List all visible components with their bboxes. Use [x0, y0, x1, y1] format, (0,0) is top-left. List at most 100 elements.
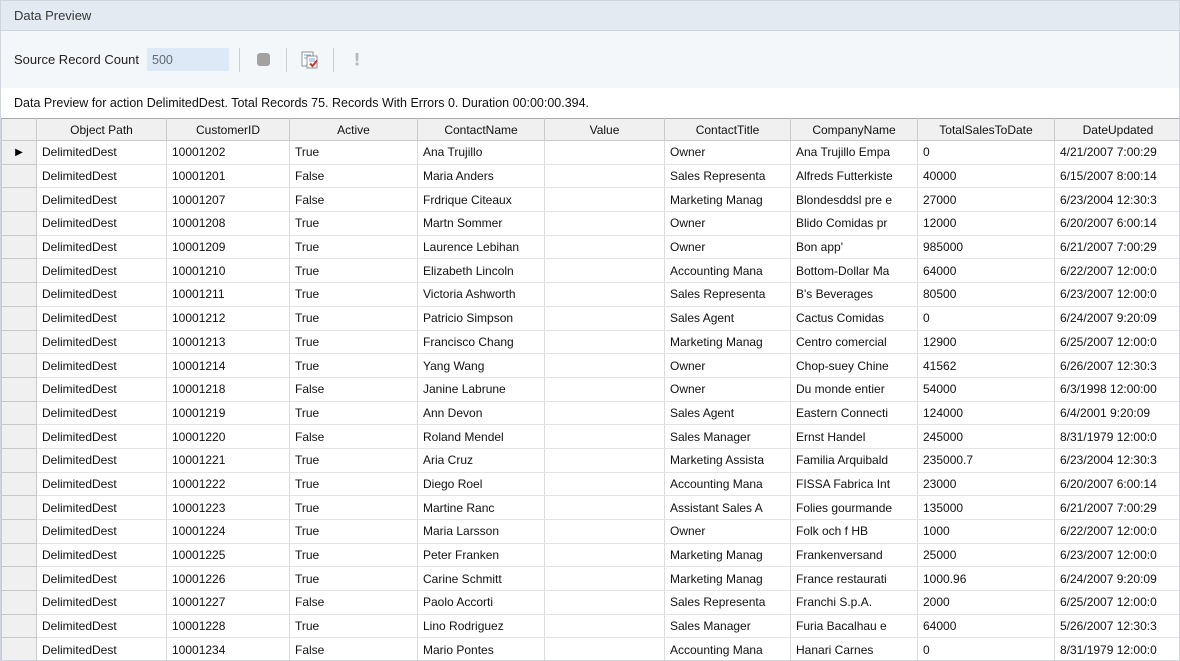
grid-cell[interactable]: Bon app': [791, 235, 918, 259]
grid-cell[interactable]: 6/23/2004 12:30:3: [1055, 448, 1180, 472]
grid-cell[interactable]: [545, 614, 665, 638]
grid-cell[interactable]: Chop-suey Chine: [791, 354, 918, 378]
grid-cell[interactable]: Bottom-Dollar Ma: [791, 259, 918, 283]
row-selector[interactable]: [2, 235, 37, 259]
grid-cell[interactable]: 6/22/2007 12:00:0: [1055, 520, 1180, 544]
grid-cell[interactable]: 0: [918, 306, 1055, 330]
grid-cell[interactable]: Du monde entier: [791, 377, 918, 401]
grid-cell[interactable]: True: [290, 567, 418, 591]
grid-cell[interactable]: True: [290, 354, 418, 378]
grid-cell[interactable]: Yang Wang: [418, 354, 545, 378]
grid-cell[interactable]: 6/24/2007 9:20:09: [1055, 306, 1180, 330]
grid-cell[interactable]: Janine Labrune: [418, 377, 545, 401]
grid-cell[interactable]: Owner: [665, 354, 791, 378]
grid-cell[interactable]: Sales Representa: [665, 164, 791, 188]
grid-cell[interactable]: Ana Trujillo: [418, 141, 545, 165]
row-selector[interactable]: [2, 401, 37, 425]
grid-cell[interactable]: 10001211: [167, 283, 290, 307]
grid-cell[interactable]: 1000.96: [918, 567, 1055, 591]
grid-cell[interactable]: Sales Representa: [665, 591, 791, 615]
grid-cell[interactable]: Sales Agent: [665, 401, 791, 425]
grid-cell[interactable]: True: [290, 330, 418, 354]
grid-cell[interactable]: Patricio Simpson: [418, 306, 545, 330]
grid-cell[interactable]: 25000: [918, 543, 1055, 567]
grid-cell[interactable]: True: [290, 614, 418, 638]
grid-cell[interactable]: Blondesddsl pre e: [791, 188, 918, 212]
grid-cell[interactable]: 6/15/2007 8:00:14: [1055, 164, 1180, 188]
grid-cell[interactable]: 6/25/2007 12:00:0: [1055, 591, 1180, 615]
grid-cell[interactable]: Francisco Chang: [418, 330, 545, 354]
grid-cell[interactable]: True: [290, 141, 418, 165]
grid-cell[interactable]: 27000: [918, 188, 1055, 212]
grid-cell[interactable]: Paolo Accorti: [418, 591, 545, 615]
grid-cell[interactable]: Owner: [665, 212, 791, 236]
grid-cell[interactable]: [545, 235, 665, 259]
grid-cell[interactable]: DelimitedDest: [37, 496, 167, 520]
grid-cell[interactable]: 10001208: [167, 212, 290, 236]
grid-cell[interactable]: DelimitedDest: [37, 448, 167, 472]
grid-cell[interactable]: Ann Devon: [418, 401, 545, 425]
grid-cell[interactable]: Sales Representa: [665, 283, 791, 307]
grid-cell[interactable]: 10001212: [167, 306, 290, 330]
grid-cell[interactable]: Familia Arquibald: [791, 448, 918, 472]
grid-cell[interactable]: True: [290, 448, 418, 472]
grid-cell[interactable]: 10001222: [167, 472, 290, 496]
grid-cell[interactable]: False: [290, 638, 418, 660]
grid-cell[interactable]: 64000: [918, 614, 1055, 638]
grid-cell[interactable]: True: [290, 401, 418, 425]
grid-cell[interactable]: [545, 401, 665, 425]
grid-cell[interactable]: DelimitedDest: [37, 212, 167, 236]
row-selector[interactable]: [2, 496, 37, 520]
column-header-object-path[interactable]: Object Path: [37, 119, 167, 141]
grid-cell[interactable]: 23000: [918, 472, 1055, 496]
grid-cell[interactable]: 10001209: [167, 235, 290, 259]
grid-cell[interactable]: DelimitedDest: [37, 354, 167, 378]
grid-cell[interactable]: 10001207: [167, 188, 290, 212]
grid-cell[interactable]: 6/4/2001 9:20:09: [1055, 401, 1180, 425]
grid-cell[interactable]: 5/26/2007 12:30:3: [1055, 614, 1180, 638]
column-header-totalsalestodate[interactable]: TotalSalesToDate: [918, 119, 1055, 141]
grid-cell[interactable]: [545, 425, 665, 449]
column-header-value[interactable]: Value: [545, 119, 665, 141]
grid-cell[interactable]: DelimitedDest: [37, 591, 167, 615]
row-selector[interactable]: [2, 638, 37, 660]
grid-cell[interactable]: DelimitedDest: [37, 259, 167, 283]
grid-cell[interactable]: 10001202: [167, 141, 290, 165]
data-preview-check-button[interactable]: [297, 47, 323, 73]
grid-cell[interactable]: Hanari Carnes: [791, 638, 918, 660]
grid-cell[interactable]: Frdrique Citeaux: [418, 188, 545, 212]
row-selector[interactable]: [2, 614, 37, 638]
column-header-contacttitle[interactable]: ContactTitle: [665, 119, 791, 141]
grid-cell[interactable]: 12900: [918, 330, 1055, 354]
grid-cell[interactable]: Accounting Mana: [665, 638, 791, 660]
grid-cell[interactable]: Sales Agent: [665, 306, 791, 330]
grid-cell[interactable]: Sales Manager: [665, 425, 791, 449]
grid-cell[interactable]: 10001214: [167, 354, 290, 378]
grid-cell[interactable]: [545, 591, 665, 615]
grid-cell[interactable]: True: [290, 235, 418, 259]
row-selector[interactable]: [2, 543, 37, 567]
grid-cell[interactable]: 0: [918, 141, 1055, 165]
grid-cell[interactable]: [545, 520, 665, 544]
grid-cell[interactable]: 6/23/2004 12:30:3: [1055, 188, 1180, 212]
grid-cell[interactable]: Peter Franken: [418, 543, 545, 567]
grid-cell[interactable]: Frankenversand: [791, 543, 918, 567]
grid-cell[interactable]: 10001227: [167, 591, 290, 615]
grid-cell[interactable]: Owner: [665, 520, 791, 544]
row-selector[interactable]: [2, 591, 37, 615]
grid-cell[interactable]: Accounting Mana: [665, 472, 791, 496]
column-header-companyname[interactable]: CompanyName: [791, 119, 918, 141]
row-selector[interactable]: [2, 188, 37, 212]
grid-cell[interactable]: [545, 330, 665, 354]
grid-cell[interactable]: [545, 354, 665, 378]
grid-cell[interactable]: Marketing Manag: [665, 330, 791, 354]
grid-cell[interactable]: Franchi S.p.A.: [791, 591, 918, 615]
grid-cell[interactable]: Maria Anders: [418, 164, 545, 188]
row-selector[interactable]: [2, 212, 37, 236]
grid-cell[interactable]: 40000: [918, 164, 1055, 188]
grid-cell[interactable]: DelimitedDest: [37, 425, 167, 449]
errors-button[interactable]: !: [344, 47, 370, 73]
grid-cell[interactable]: Cactus Comidas: [791, 306, 918, 330]
grid-cell[interactable]: DelimitedDest: [37, 401, 167, 425]
grid-cell[interactable]: DelimitedDest: [37, 330, 167, 354]
